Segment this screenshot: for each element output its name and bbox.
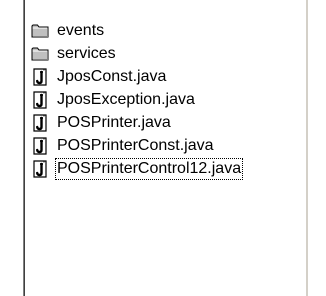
list-item-events[interactable]: events [30, 19, 242, 42]
list-item-label: services [57, 44, 116, 62]
list-item-jposexception[interactable]: JposException.java [30, 88, 242, 111]
list-item-label: JposException.java [57, 90, 195, 108]
listbox-right-edge [306, 0, 308, 296]
list-item-label: JposConst.java [57, 67, 167, 85]
file-list: events services JposConst.java JposExcep… [30, 19, 244, 180]
java-file-icon [33, 159, 47, 178]
list-item-label: events [57, 21, 105, 39]
list-item-posprintercontrol12[interactable]: POSPrinterControl12.java [30, 157, 244, 180]
java-file-icon [33, 113, 47, 132]
list-item-label: POSPrinterConst.java [57, 136, 214, 154]
folder-icon [31, 24, 49, 37]
folder-icon [31, 47, 49, 60]
list-item-jposconst[interactable]: JposConst.java [30, 65, 242, 88]
list-item-posprinter[interactable]: POSPrinter.java [30, 111, 242, 134]
file-listbox[interactable]: events services JposConst.java JposExcep… [0, 0, 326, 296]
list-item-label: POSPrinterControl12.java [54, 157, 244, 180]
listbox-border-inner [24, 0, 25, 296]
java-file-icon [33, 90, 47, 109]
java-file-icon [33, 136, 47, 155]
list-item-label: POSPrinter.java [57, 113, 171, 131]
java-file-icon [33, 67, 47, 86]
list-item-services[interactable]: services [30, 42, 242, 65]
list-item-posprinterconst[interactable]: POSPrinterConst.java [30, 134, 242, 157]
